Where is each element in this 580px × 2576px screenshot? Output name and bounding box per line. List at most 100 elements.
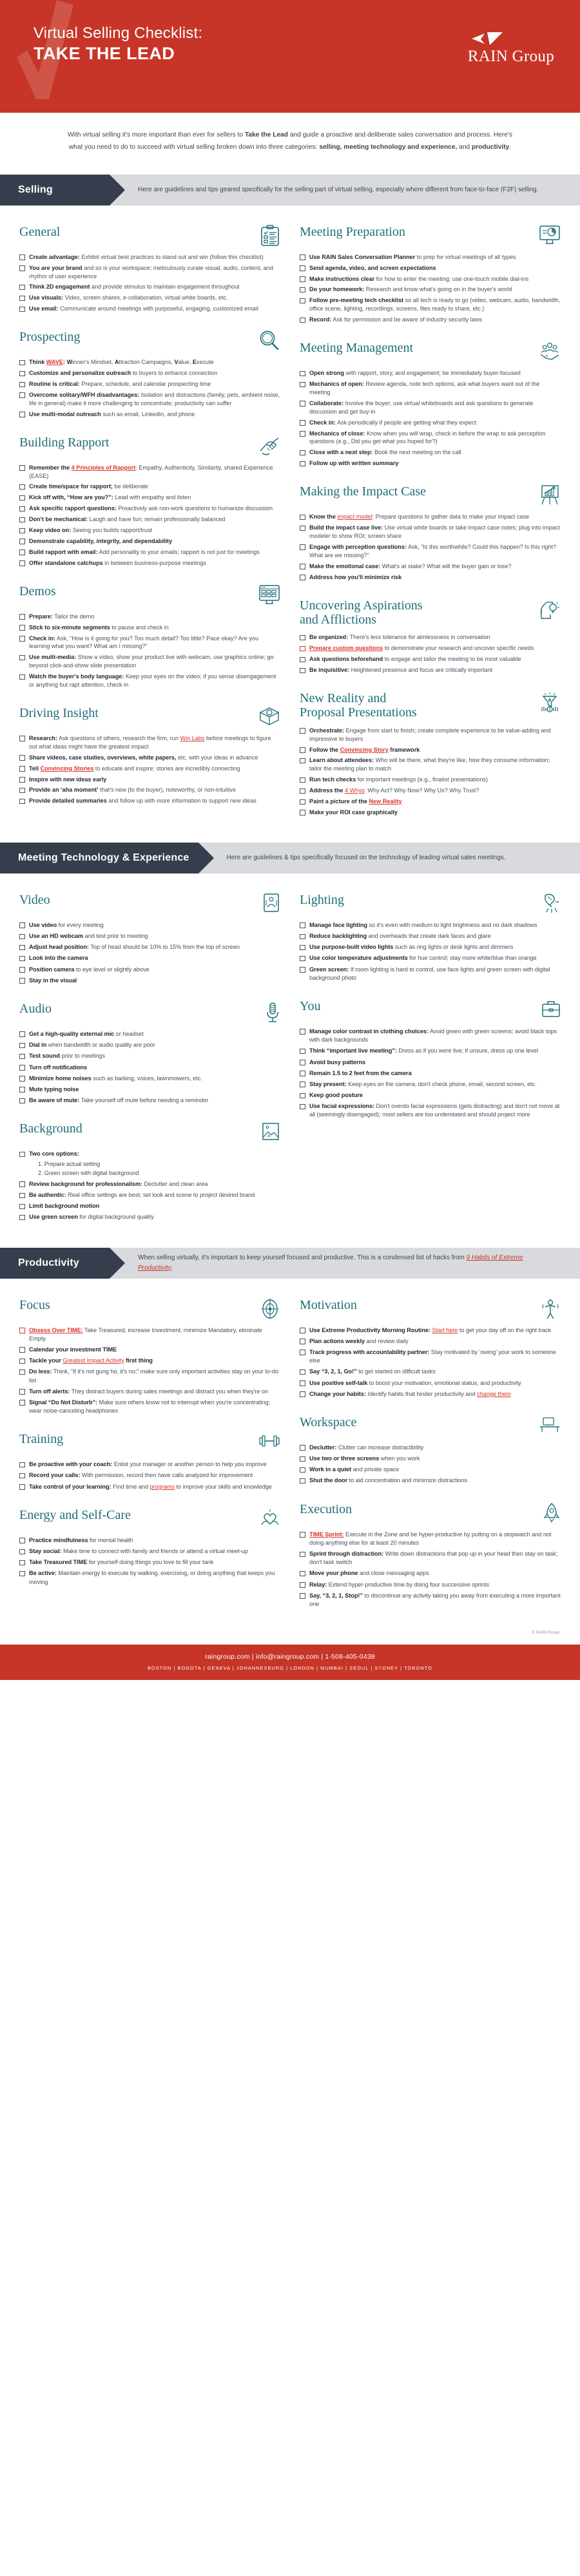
list-item[interactable]: Turn off notifications xyxy=(19,1064,280,1072)
list-item[interactable]: Think WAVE: Winner's Mindset, Attraction… xyxy=(19,358,280,367)
list-item[interactable]: Plan actions weekly and review daily xyxy=(300,1337,561,1346)
list-item[interactable]: Keep video on: Seeing you builds rapport… xyxy=(19,526,280,535)
list-item[interactable]: Record your calls: With permission, reco… xyxy=(19,1471,280,1480)
list-item[interactable]: Relay: Extend hyper-productive time by d… xyxy=(300,1581,561,1589)
item-link[interactable]: WAVE xyxy=(46,359,63,365)
list-item[interactable]: Manage color contrast in clothing choice… xyxy=(300,1027,561,1044)
list-item[interactable]: Signal “Do Not Disturb”: Make sure other… xyxy=(19,1398,280,1415)
item-link[interactable]: Greatest Impact Activity xyxy=(63,1357,124,1364)
list-item[interactable]: Use an HD webcam and test prior to meeti… xyxy=(19,932,280,940)
list-item[interactable]: Close with a next step: Book the next me… xyxy=(300,448,561,457)
list-item[interactable]: Kick off with, “How are you?”: Lead with… xyxy=(19,493,280,502)
list-item[interactable]: Record: Ask for permission and be aware … xyxy=(300,316,561,324)
list-item[interactable]: Take Treasured TIME for yourself doing t… xyxy=(19,1558,280,1567)
list-item[interactable]: Review background for professionalism: D… xyxy=(19,1180,280,1188)
list-item[interactable]: Customize and personalize outreach to bu… xyxy=(19,369,280,377)
list-item[interactable]: Be proactive with your coach: Enlist you… xyxy=(19,1460,280,1469)
list-item[interactable]: Provide detailed summaries and follow up… xyxy=(19,797,280,805)
list-item[interactable]: Prepare: Tailor the demo xyxy=(19,613,280,621)
item-link[interactable]: 4 Principles of Rapport xyxy=(72,464,136,471)
list-item[interactable]: Think 2D engagement and provide stimulus… xyxy=(19,283,280,291)
list-item[interactable]: Use two or three screens when you work xyxy=(300,1455,561,1463)
list-item[interactable]: Orchestrate: Engage from start to finish… xyxy=(300,727,561,743)
list-item[interactable]: Use email: Communicate around meetings w… xyxy=(19,305,280,313)
list-item[interactable]: TIME Sprint: Execute in the Zone and be … xyxy=(300,1531,561,1547)
list-item[interactable]: Tell Convincing Stories to educate and i… xyxy=(19,765,280,773)
list-item[interactable]: Make instructions clear for how to enter… xyxy=(300,275,561,283)
list-item[interactable]: Build the impact case live: Use virtual … xyxy=(300,524,561,540)
footer-contact[interactable]: raingroup.com | info@raingroup.com | 1-5… xyxy=(6,1653,574,1661)
list-item[interactable]: Paint a picture of the New Reality xyxy=(300,797,561,806)
list-item[interactable]: Don't be mechanical: Laugh and have fun;… xyxy=(19,515,280,524)
list-item[interactable]: Share videos, case studies, overviews, w… xyxy=(19,754,280,762)
list-item[interactable]: Say, “3, 2, 1, Stop!” to discontinue any… xyxy=(300,1592,561,1608)
item-link[interactable]: programs xyxy=(150,1484,175,1490)
item-link[interactable]: change them xyxy=(477,1391,511,1397)
list-item[interactable]: Be inquisitive: Heightened presence and … xyxy=(300,666,561,674)
list-item[interactable]: Follow pre-meeting tech checklist so all… xyxy=(300,296,561,313)
list-item[interactable]: Make the emotional case: What's at stake… xyxy=(300,562,561,571)
item-link[interactable]: New Reality xyxy=(369,798,401,805)
list-item[interactable]: Ask specific rapport questions: Proactiv… xyxy=(19,504,280,513)
list-item[interactable]: Use RAIN Sales Conversation Planner to p… xyxy=(300,253,561,262)
list-item[interactable]: Address how you'll minimize risk xyxy=(300,573,561,582)
list-item[interactable]: Calendar your investment TIME xyxy=(19,1346,280,1354)
list-item[interactable]: Look into the camera xyxy=(19,954,280,962)
list-item[interactable]: Stay in the visual xyxy=(19,977,280,985)
item-link[interactable]: impact model xyxy=(337,513,372,520)
list-item[interactable]: Mute typing noise xyxy=(19,1085,280,1094)
list-item[interactable]: Stay present: Keep eyes on the camera, d… xyxy=(300,1080,561,1089)
list-item[interactable]: Routine is critical: Prepare, schedule, … xyxy=(19,380,280,388)
list-item[interactable]: Be aware of mute: Take yourself off mute… xyxy=(19,1096,280,1105)
list-item[interactable]: Collaborate: Involve the buyer; use virt… xyxy=(300,399,561,416)
list-item[interactable]: Minimize home noises such as barking, vo… xyxy=(19,1074,280,1083)
list-item[interactable]: Run tech checks for important meetings (… xyxy=(300,776,561,784)
list-item[interactable]: Follow up with written summary xyxy=(300,459,561,468)
list-item[interactable]: Address the 4 Whys: Why Act? Why Now? Wh… xyxy=(300,787,561,795)
list-item[interactable]: Use facial expressions: Don't overdo fac… xyxy=(300,1102,561,1119)
list-item[interactable]: Overcome solitary/WFH disadvantages: Iso… xyxy=(19,391,280,408)
item-link[interactable]: TIME Sprint: xyxy=(309,1531,344,1538)
item-link[interactable]: Convincing Stories xyxy=(41,765,94,772)
list-item[interactable]: Use purpose-built video lights such as r… xyxy=(300,943,561,951)
item-link[interactable]: Prepare custom questions xyxy=(309,645,383,651)
list-item[interactable]: Open strong with rapport, story, and eng… xyxy=(300,369,561,377)
list-item[interactable]: Use multi-modal outreach such as email, … xyxy=(19,410,280,419)
list-item[interactable]: Keep good posture xyxy=(300,1091,561,1100)
list-item[interactable]: Learn about attendees: Who will be there… xyxy=(300,756,561,773)
list-item[interactable]: Remember the 4 Principles of Rapport: Em… xyxy=(19,464,280,481)
list-item[interactable]: Be organized: There's less tolerance for… xyxy=(300,633,561,642)
list-item[interactable]: Track progress with accountability partn… xyxy=(300,1348,561,1365)
list-item[interactable]: Manage face lighting so it's even with m… xyxy=(300,921,561,930)
item-link[interactable]: Convincing Story xyxy=(340,747,389,753)
list-item[interactable]: Create time/space for rapport; be delibe… xyxy=(19,482,280,491)
list-item[interactable]: Declutter: Clutter can increase distract… xyxy=(300,1444,561,1452)
list-item[interactable]: Make your ROI case graphically xyxy=(300,808,561,817)
list-item[interactable]: Do less: Think, “If it's not gung ho, it… xyxy=(19,1368,280,1384)
item-link[interactable]: 4 Whys xyxy=(345,787,364,794)
item-link[interactable]: Win Labs xyxy=(180,735,205,741)
list-item[interactable]: Offer standalone catchups in between bus… xyxy=(19,559,280,568)
list-item[interactable]: Green screen: If room lighting is hard t… xyxy=(300,966,561,982)
list-item[interactable]: Position camera to eye level or slightly… xyxy=(19,966,280,974)
list-item[interactable]: Sprint through distraction: Write down d… xyxy=(300,1550,561,1567)
list-item[interactable]: Shut the door to aid concentration and m… xyxy=(300,1476,561,1485)
list-item[interactable]: Use positive self-talk to boost your mot… xyxy=(300,1379,561,1388)
list-item[interactable]: Use color temperature adjustments for hu… xyxy=(300,954,561,962)
list-item[interactable]: Use video for every meeting xyxy=(19,921,280,930)
list-item[interactable]: Two core options: 1. Prepare actual sett… xyxy=(19,1150,280,1178)
list-item[interactable]: Say “3, 2, 1, Go!” to get started on dif… xyxy=(300,1368,561,1376)
list-item[interactable]: Adjust head position: Top of head should… xyxy=(19,943,280,951)
list-item[interactable]: Remain 1.5 to 2 feet from the camera xyxy=(300,1069,561,1078)
list-item[interactable]: Stick to six-minute segments to pause an… xyxy=(19,624,280,632)
list-item[interactable]: Use visuals: Video, screen shares, e-col… xyxy=(19,294,280,302)
list-item[interactable]: Think “important live meeting”: Dress as… xyxy=(300,1047,561,1055)
list-item[interactable]: Take control of your learning: Find time… xyxy=(19,1483,280,1491)
list-item[interactable]: Know the impact model: Prepare questions… xyxy=(300,513,561,521)
list-item[interactable]: Do your homework: Research and know what… xyxy=(300,285,561,294)
list-item[interactable]: Move your phone and close messaging apps xyxy=(300,1569,561,1578)
list-item[interactable]: Tackle your Greatest Impact Activity fir… xyxy=(19,1357,280,1365)
list-item[interactable]: Get a high-quality external mic or heads… xyxy=(19,1030,280,1038)
list-item[interactable]: Build rapport with email: Add personalit… xyxy=(19,548,280,557)
item-link[interactable]: Start here xyxy=(432,1327,458,1333)
